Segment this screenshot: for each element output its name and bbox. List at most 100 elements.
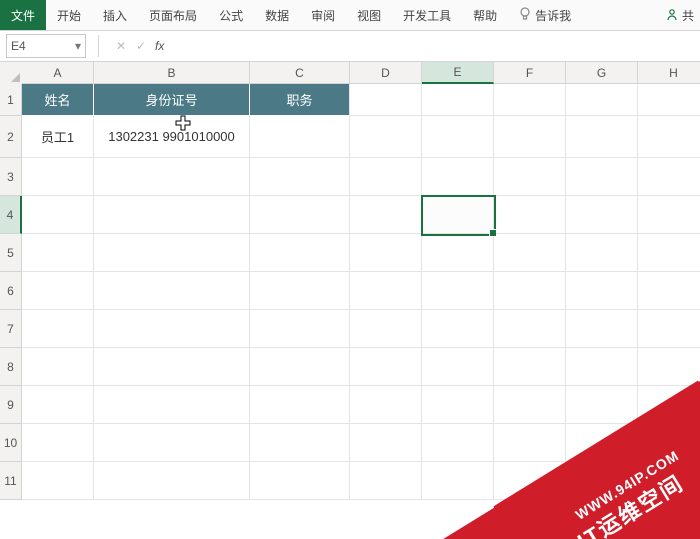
cell-D5[interactable] [350,234,422,272]
cell-A8[interactable] [22,348,94,386]
row-header-2[interactable]: 2 [0,116,22,158]
cell-H9[interactable] [638,386,700,424]
cell-C1[interactable]: 职务 [250,84,350,116]
cell-C10[interactable] [250,424,350,462]
cell-G2[interactable] [566,116,638,158]
cell-F8[interactable] [494,348,566,386]
cell-B4[interactable] [94,196,250,234]
tell-me[interactable]: 告诉我 [508,0,582,30]
cell-B6[interactable] [94,272,250,310]
tab-review[interactable]: 审阅 [300,0,346,30]
cell-C11[interactable] [250,462,350,500]
spreadsheet-grid[interactable]: ABCDEFGH 1234567891011 姓名身份证号职务员工1130223… [0,62,700,539]
cell-F4[interactable] [494,196,566,234]
cell-A9[interactable] [22,386,94,424]
cell-D7[interactable] [350,310,422,348]
cell-B5[interactable] [94,234,250,272]
cell-H8[interactable] [638,348,700,386]
cell-A6[interactable] [22,272,94,310]
cell-A2[interactable]: 员工1 [22,116,94,158]
row-header-4[interactable]: 4 [0,196,22,234]
cell-A7[interactable] [22,310,94,348]
cell-D9[interactable] [350,386,422,424]
cell-B9[interactable] [94,386,250,424]
cell-A3[interactable] [22,158,94,196]
cell-F11[interactable] [494,462,566,500]
column-header-E[interactable]: E [422,62,494,84]
formula-input[interactable] [172,34,694,58]
row-header-5[interactable]: 5 [0,234,22,272]
cell-D6[interactable] [350,272,422,310]
cell-G11[interactable] [566,462,638,500]
cell-B7[interactable] [94,310,250,348]
cell-H5[interactable] [638,234,700,272]
cell-F7[interactable] [494,310,566,348]
cell-C2[interactable] [250,116,350,158]
cell-H4[interactable] [638,196,700,234]
cell-F10[interactable] [494,424,566,462]
tab-layout[interactable]: 页面布局 [138,0,208,30]
cell-E7[interactable] [422,310,494,348]
cell-B10[interactable] [94,424,250,462]
row-header-8[interactable]: 8 [0,348,22,386]
cell-C4[interactable] [250,196,350,234]
column-header-F[interactable]: F [494,62,566,84]
cell-E6[interactable] [422,272,494,310]
column-header-B[interactable]: B [94,62,250,84]
cell-H7[interactable] [638,310,700,348]
cell-B3[interactable] [94,158,250,196]
cell-G5[interactable] [566,234,638,272]
cell-B2[interactable]: 1302231 9901010000 [94,116,250,158]
cell-C9[interactable] [250,386,350,424]
cell-D2[interactable] [350,116,422,158]
cells-area[interactable]: 姓名身份证号职务员工11302231 9901010000 [22,84,700,500]
cell-G10[interactable] [566,424,638,462]
row-header-11[interactable]: 11 [0,462,22,500]
cell-E5[interactable] [422,234,494,272]
cell-E3[interactable] [422,158,494,196]
file-tab[interactable]: 文件 [0,0,46,30]
row-header-1[interactable]: 1 [0,84,22,116]
tab-home[interactable]: 开始 [46,0,92,30]
cell-D10[interactable] [350,424,422,462]
cell-D1[interactable] [350,84,422,116]
cell-E1[interactable] [422,84,494,116]
name-box[interactable]: E4 ▾ [6,34,86,58]
cell-D8[interactable] [350,348,422,386]
cell-H2[interactable] [638,116,700,158]
cell-D4[interactable] [350,196,422,234]
cell-G1[interactable] [566,84,638,116]
cell-B1[interactable]: 身份证号 [94,84,250,116]
name-box-dropdown-icon[interactable]: ▾ [75,39,81,53]
cell-D3[interactable] [350,158,422,196]
column-header-A[interactable]: A [22,62,94,84]
cell-F2[interactable] [494,116,566,158]
cell-G3[interactable] [566,158,638,196]
cell-G7[interactable] [566,310,638,348]
cell-G9[interactable] [566,386,638,424]
tab-help[interactable]: 帮助 [462,0,508,30]
cell-F5[interactable] [494,234,566,272]
cell-A10[interactable] [22,424,94,462]
row-header-10[interactable]: 10 [0,424,22,462]
cell-E10[interactable] [422,424,494,462]
cell-C6[interactable] [250,272,350,310]
cell-F9[interactable] [494,386,566,424]
cell-A1[interactable]: 姓名 [22,84,94,116]
cell-H3[interactable] [638,158,700,196]
cell-G4[interactable] [566,196,638,234]
cell-E2[interactable] [422,116,494,158]
column-header-C[interactable]: C [250,62,350,84]
column-header-D[interactable]: D [350,62,422,84]
tab-view[interactable]: 视图 [346,0,392,30]
tab-insert[interactable]: 插入 [92,0,138,30]
cell-H6[interactable] [638,272,700,310]
cell-F6[interactable] [494,272,566,310]
row-header-9[interactable]: 9 [0,386,22,424]
cell-C8[interactable] [250,348,350,386]
cell-H1[interactable] [638,84,700,116]
cell-A11[interactable] [22,462,94,500]
select-all-corner[interactable] [0,62,23,85]
fx-icon[interactable]: fx [155,39,164,53]
cell-B11[interactable] [94,462,250,500]
